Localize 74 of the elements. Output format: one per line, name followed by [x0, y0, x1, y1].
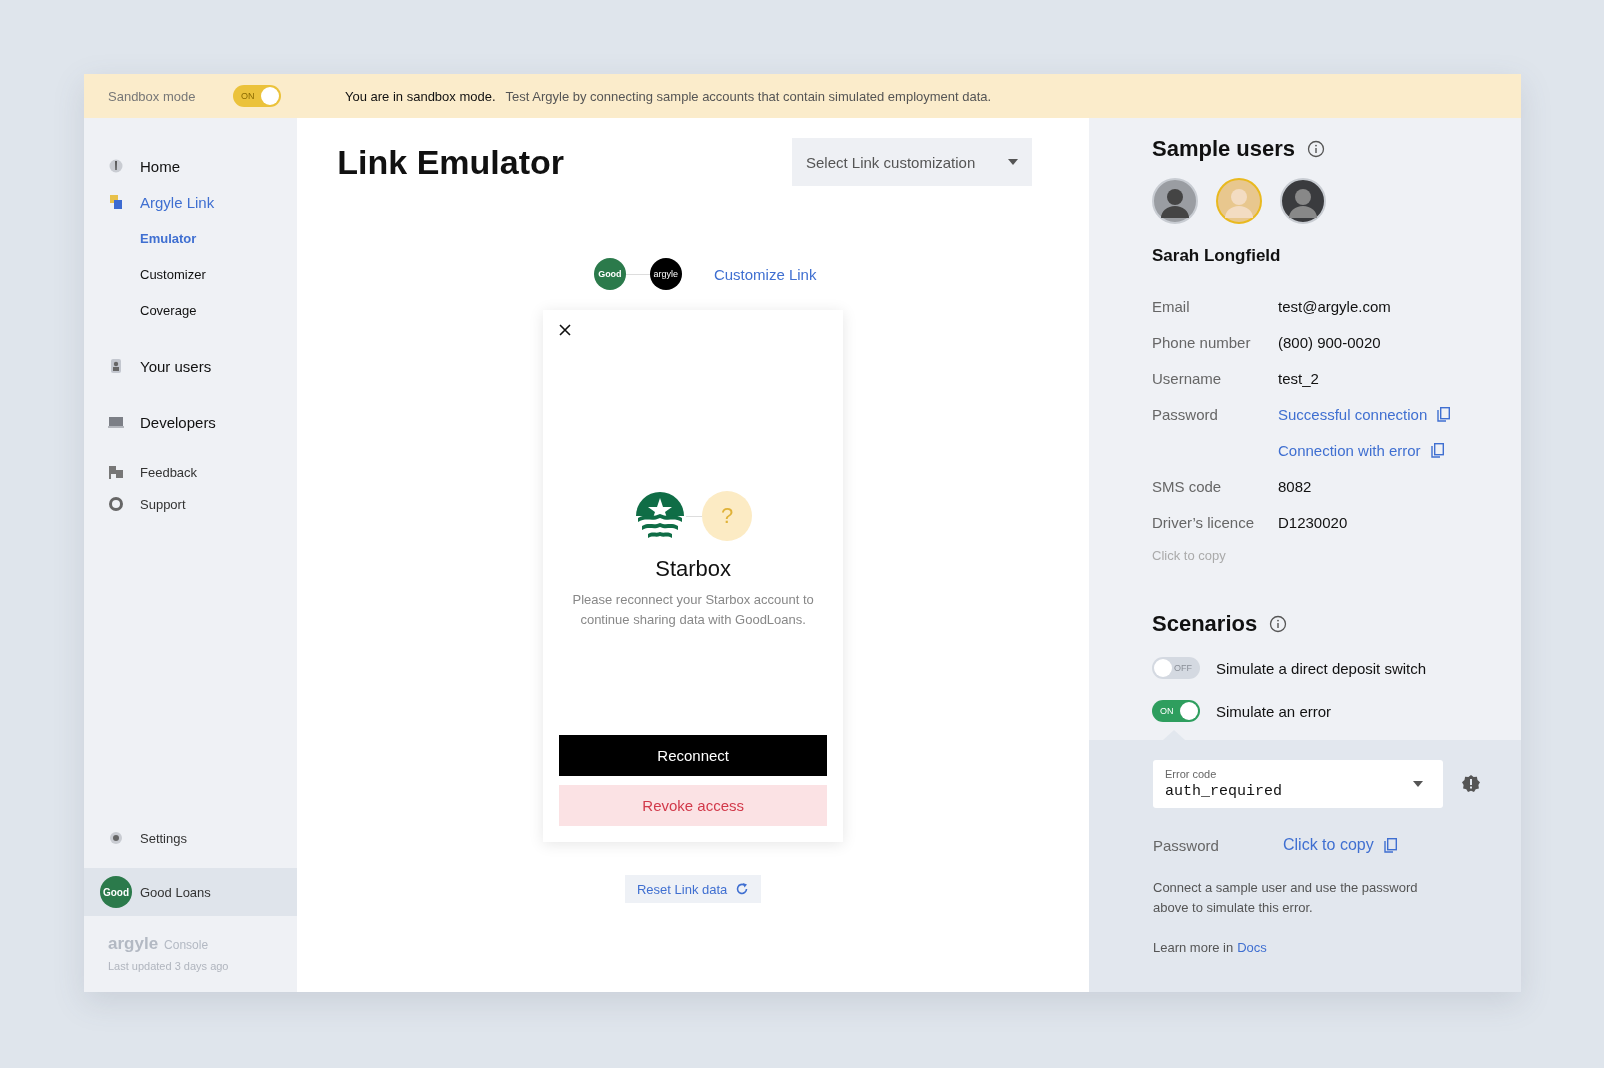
last-updated-text: Last updated 3 days ago	[107, 959, 230, 972]
scenario-label: Simulate a direct deposit switch	[1216, 659, 1427, 677]
field-value: (800) 900-0020	[1278, 332, 1382, 353]
brand-logo: argyle	[108, 934, 159, 954]
docs-link[interactable]: Docs	[1237, 940, 1267, 955]
sidebar-item[interactable]: Argyle Link	[84, 184, 298, 220]
reconnect-message: Please reconnect your Starbox account to continue sharing data with GoodLoans.	[571, 591, 815, 629]
account-item[interactable]: Good Good Loans	[84, 868, 298, 916]
caret-icon	[1008, 159, 1018, 165]
sidebar-item[interactable]: Emulator	[84, 220, 298, 256]
sidebar-item[interactable]: Feedback	[84, 456, 298, 488]
alert-icon	[1461, 774, 1481, 794]
copy-hint: Click to copy	[1152, 548, 1227, 563]
sandbox-description: Test Argyle by connecting sample accounts that contain simulated employment data.	[505, 88, 992, 104]
customize-link[interactable]: Customize Link	[713, 265, 817, 283]
laptop-icon	[108, 414, 124, 430]
person-card-icon	[108, 358, 124, 374]
console-label: Console	[164, 938, 209, 952]
field-label: Password	[1152, 404, 1219, 425]
copy-link[interactable]: Click to copy	[1283, 836, 1397, 854]
user-avatar[interactable]	[1280, 178, 1326, 224]
copy-link[interactable]: Connection with error	[1278, 432, 1481, 468]
copy-icon	[1430, 442, 1444, 458]
close-icon[interactable]	[559, 324, 572, 336]
company-logo: Good	[593, 258, 626, 290]
sidebar-item[interactable]: Home	[84, 148, 298, 184]
field-label: Phone number	[1152, 332, 1252, 353]
sample-users-title: Sample users	[1152, 136, 1296, 162]
error-code-dropdown[interactable]: Error code auth_required	[1153, 760, 1443, 808]
copy-link[interactable]: Successful connection	[1278, 396, 1481, 432]
sidebar-item[interactable]: Your users	[84, 348, 298, 384]
user-avatar[interactable]	[1152, 178, 1198, 224]
field-label: SMS code	[1152, 476, 1223, 497]
revoke-access-button[interactable]: Revoke access	[559, 785, 828, 826]
sandbox-mode-label: Sandbox mode	[108, 88, 197, 104]
copy-icon	[1383, 837, 1397, 853]
settings-item[interactable]: Settings	[84, 822, 298, 854]
ring-icon	[108, 496, 124, 512]
field-label: Driver’s licence	[1152, 512, 1255, 533]
customization-dropdown[interactable]: Select Link customization	[792, 138, 1032, 186]
field-value: D1230020	[1278, 512, 1349, 533]
argyle-logo: argyle	[649, 258, 682, 290]
caret-icon	[1413, 781, 1423, 787]
unknown-logo: ?	[702, 491, 753, 541]
field-label: Email	[1152, 296, 1191, 317]
flag-icon	[108, 464, 124, 480]
sidebar-item[interactable]: Customizer	[84, 256, 298, 292]
reconnect-button[interactable]: Reconnect	[559, 735, 828, 776]
info-icon[interactable]	[1307, 140, 1326, 158]
learn-more-text: Learn more in	[1153, 940, 1234, 955]
sidebar-item[interactable]: Developers	[84, 404, 298, 440]
copy-icon	[1437, 406, 1451, 422]
scenario-toggle[interactable]: ON	[1152, 700, 1200, 722]
user-name: Sarah Longfield	[1152, 246, 1282, 266]
field-label: Username	[1152, 368, 1223, 389]
reset-link-data-button[interactable]: Reset Link data	[625, 875, 762, 903]
sidebar-item[interactable]: Coverage	[84, 292, 298, 328]
compass-icon	[108, 158, 124, 174]
field-value: 8082	[1278, 476, 1313, 497]
company-name: Starbox	[655, 556, 732, 582]
sandbox-notice: You are in sandbox mode.	[345, 88, 496, 104]
settings-icon	[108, 830, 124, 846]
error-description: Connect a sample user and use the password above to simulate this error.	[1153, 879, 1419, 917]
info-icon[interactable]	[1269, 615, 1288, 633]
field-label: Password	[1153, 836, 1220, 854]
field-value: test@argyle.com	[1278, 296, 1392, 317]
scenarios-title: Scenarios	[1152, 611, 1258, 637]
page-title: Link Emulator	[337, 142, 564, 182]
squares-icon	[108, 194, 124, 210]
refresh-icon	[735, 882, 750, 896]
scenario-label: Simulate an error	[1216, 702, 1332, 720]
company-logo: Good	[100, 876, 132, 908]
sidebar-item[interactable]: Support	[84, 488, 298, 520]
field-value: test_2	[1278, 368, 1320, 389]
